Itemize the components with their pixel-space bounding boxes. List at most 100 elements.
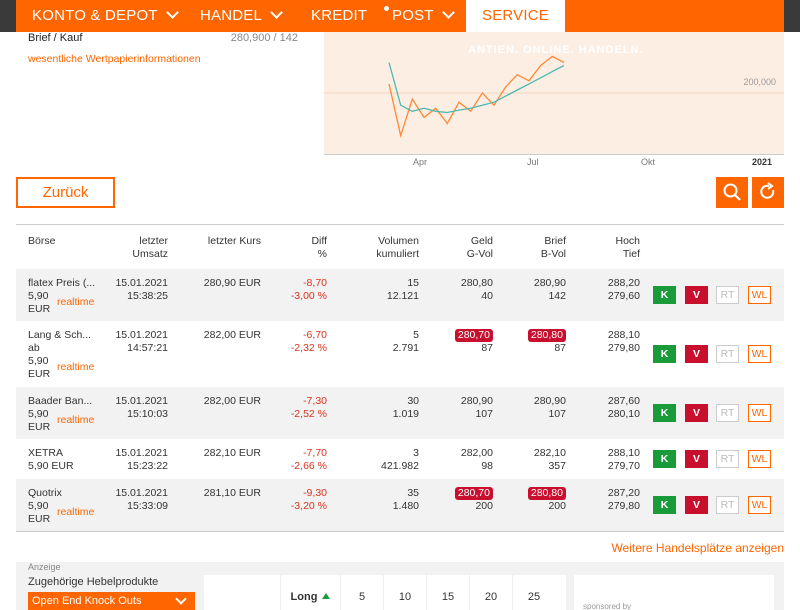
watchlist-button[interactable]: WL [748, 404, 771, 422]
search-icon [723, 183, 741, 201]
back-button[interactable]: Zurück [16, 177, 115, 208]
sell-button[interactable]: V [685, 450, 708, 468]
venue-name[interactable]: Lang & Sch... [28, 329, 91, 342]
chart-y-tick: 200,000 [743, 77, 776, 87]
notification-dot-icon [384, 6, 389, 11]
bid-volume: 40 [481, 290, 493, 302]
leverage-long[interactable]: Long [280, 575, 340, 610]
buy-button[interactable]: K [653, 404, 676, 422]
nav-item-handel[interactable]: HANDEL [200, 0, 283, 32]
table-bottom-border [16, 531, 784, 532]
col-header-boerse[interactable]: Börse [28, 235, 55, 248]
nav-label: POST [392, 7, 434, 24]
realtime-quote-button[interactable]: RT [716, 404, 739, 422]
volume-cumulative: 12.121 [386, 290, 419, 302]
sell-button[interactable]: V [685, 404, 708, 422]
last-trade-time: 15:38:25 [127, 290, 168, 302]
venue-fee-unit: EUR [28, 368, 51, 380]
last-trade-time: 14:57:21 [127, 342, 168, 354]
realtime-quote-button[interactable]: RT [716, 496, 739, 514]
bid-ask-label: Brief / Kauf [28, 32, 83, 44]
diff-abs: -7,30 [303, 395, 327, 407]
chart-watermark: ANTIEN. ONLINE. HANDELN. [468, 44, 644, 56]
venue-fee-unit: EUR [28, 513, 51, 525]
bid-price: 280,90 [430, 395, 493, 408]
realtime-quote-button[interactable]: RT [716, 345, 739, 363]
col-header-brief[interactable]: Brief B-Vol [506, 235, 566, 261]
table-top-border [16, 224, 784, 225]
nav-item-post[interactable]: POST [384, 0, 455, 32]
volume: 3 [413, 447, 419, 459]
nav-item-konto-depot[interactable]: KONTO & DEPOT [32, 0, 179, 32]
last-trade-date: 15.01.2021 [115, 487, 168, 499]
volume-cumulative: 2.791 [392, 342, 419, 354]
venue-name[interactable]: Quotrix [28, 487, 62, 500]
triangle-up-icon [322, 593, 331, 599]
wpi-link[interactable]: wesentliche Wertpapierinformationen [28, 53, 201, 65]
refresh-button[interactable] [752, 177, 784, 208]
watchlist-button[interactable]: WL [748, 345, 771, 363]
day-low: 279,80 [607, 500, 640, 512]
leverage-option[interactable]: 25 [512, 575, 555, 610]
col-header-geld[interactable]: Geld G-Vol [430, 235, 493, 261]
nav-right-edge [784, 0, 800, 32]
watchlist-button[interactable]: WL [748, 286, 771, 304]
more-venues-link[interactable]: Weitere Handelsplätze anzeigen [611, 541, 784, 555]
header-line: Geld [470, 235, 493, 247]
realtime-link[interactable]: realtime [57, 506, 94, 519]
leverage-option[interactable]: 10 [383, 575, 426, 610]
buy-button[interactable]: K [653, 286, 676, 304]
sponsor-label: sponsored by [583, 602, 632, 610]
leverage-option[interactable]: 15 [426, 575, 469, 610]
buy-button[interactable]: K [653, 345, 676, 363]
realtime-link[interactable]: realtime [57, 296, 94, 309]
leverage-option[interactable]: 5 [340, 575, 383, 610]
ask-volume: 107 [548, 408, 566, 420]
last-price: 281,10 EUR [203, 487, 261, 499]
last-trade-date: 15.01.2021 [115, 395, 168, 407]
day-high: 287,20 [607, 487, 640, 499]
realtime-link[interactable]: realtime [57, 414, 94, 427]
ask-price: 280,90 [506, 277, 566, 290]
chart-x-tick: Okt [641, 157, 656, 167]
table-row: Lang & Sch... ab 5,90 realtime EUR 15.01.2021… [16, 321, 784, 387]
last-price: 282,00 EUR [203, 395, 261, 407]
diff-pct: -2,66 % [290, 460, 327, 472]
realtime-link[interactable]: realtime [57, 361, 94, 374]
sell-button[interactable]: V [685, 286, 708, 304]
watchlist-button[interactable]: WL [748, 450, 771, 468]
header-line: Diff [311, 235, 327, 247]
col-header-hoch-tief[interactable]: Hoch Tief [590, 235, 640, 261]
col-header-letzter-kurs[interactable]: letzter Kurs [180, 235, 261, 248]
volume: 15 [407, 277, 419, 289]
header-line: B-Vol [540, 248, 566, 260]
leverage-option[interactable]: 20 [469, 575, 512, 610]
col-header-letzter-umsatz[interactable]: letzter Umsatz [100, 235, 168, 261]
bid-price-value: 282,00 [460, 447, 493, 459]
col-header-diff[interactable]: Diff% [270, 235, 327, 261]
nav-item-service[interactable]: SERVICE [466, 0, 565, 32]
watchlist-button[interactable]: WL [748, 496, 771, 514]
buy-button[interactable]: K [653, 496, 676, 514]
buy-button[interactable]: K [653, 450, 676, 468]
venue-name[interactable]: Baader Ban... [28, 395, 92, 408]
venue-name[interactable]: XETRA [28, 447, 63, 460]
last-trade-time: 15:23:22 [127, 460, 168, 472]
col-header-volumen[interactable]: Volumen kumuliert [340, 235, 419, 261]
sell-button[interactable]: V [685, 345, 708, 363]
day-low: 279,80 [607, 342, 640, 354]
nav-left-edge [0, 0, 16, 32]
sell-button[interactable]: V [685, 496, 708, 514]
chevron-down-icon [270, 6, 283, 19]
product-type-select[interactable]: Open End Knock Outs [28, 592, 195, 610]
realtime-quote-button[interactable]: RT [716, 450, 739, 468]
nav-item-kredit[interactable]: KREDIT [311, 0, 367, 32]
ask-volume: 357 [548, 460, 566, 472]
last-trade-time: 15:10:03 [127, 408, 168, 420]
ask-price-value: 282,10 [533, 447, 566, 459]
diff-abs: -7,70 [303, 447, 327, 459]
bid-volume: 87 [481, 342, 493, 354]
realtime-quote-button[interactable]: RT [716, 286, 739, 304]
venue-name[interactable]: flatex Preis (... [28, 277, 95, 290]
search-button[interactable] [716, 177, 748, 208]
